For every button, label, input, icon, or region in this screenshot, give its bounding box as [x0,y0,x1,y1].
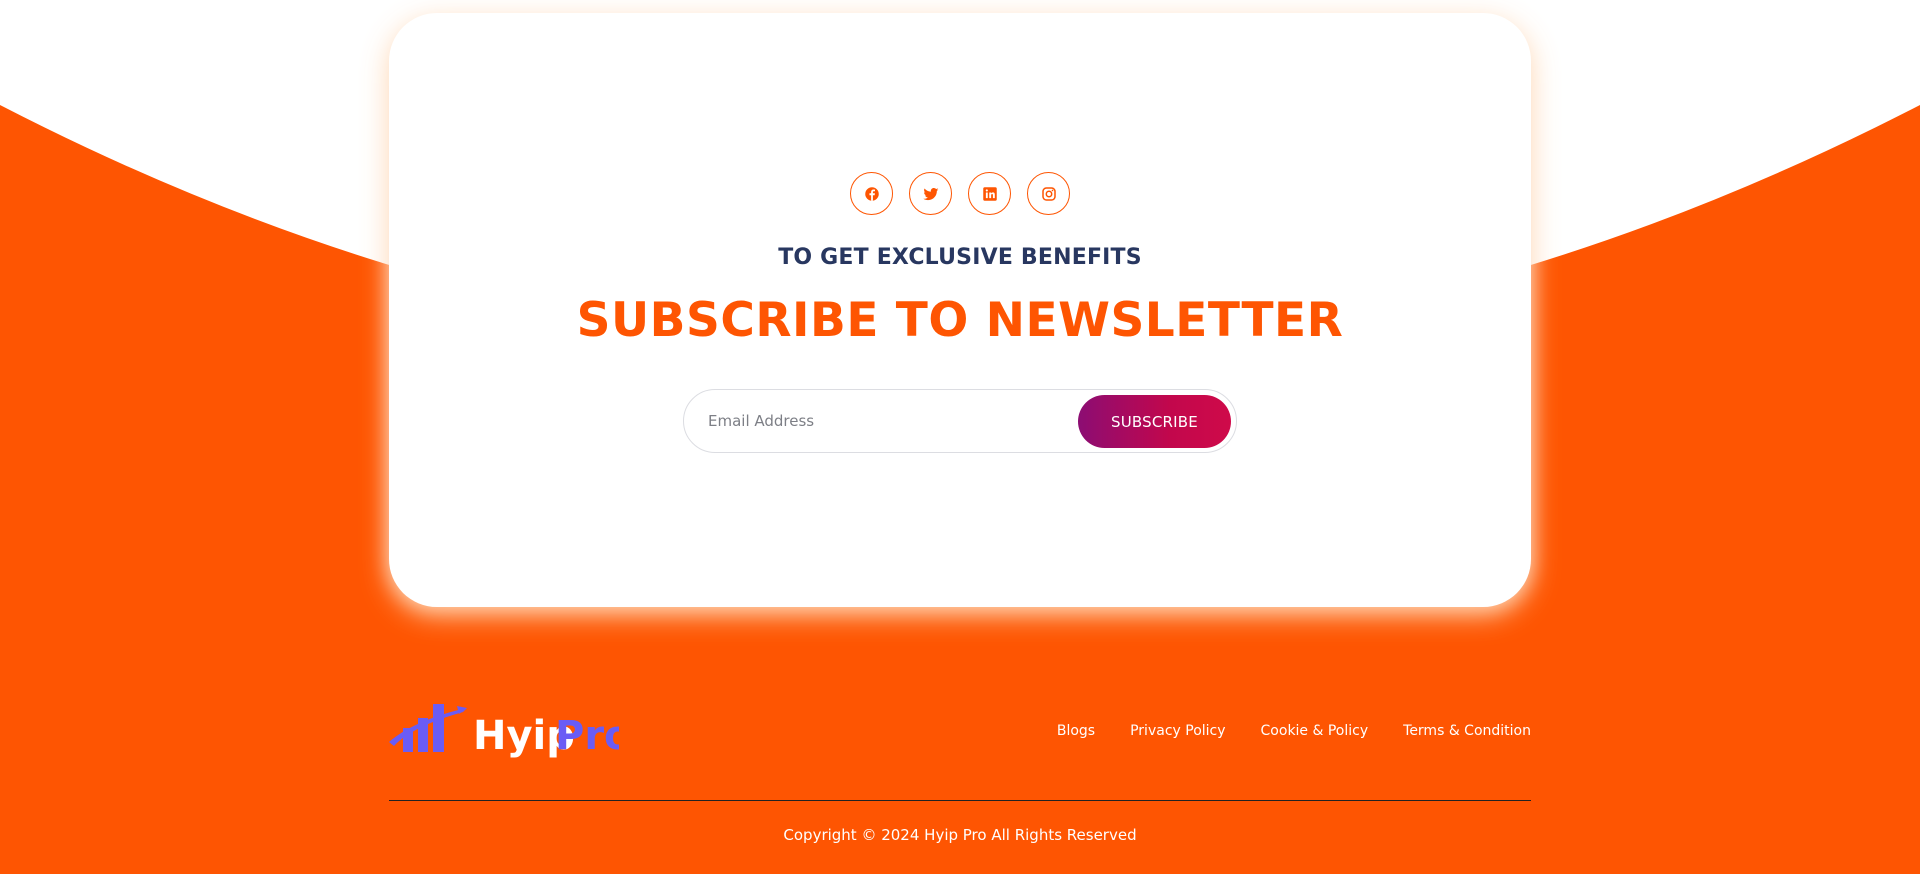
footer-logo[interactable]: Hyip Pro [389,694,632,760]
linkedin-link[interactable] [968,172,1011,215]
page: TO GET EXCLUSIVE BENEFITS SUBSCRIBE TO N… [0,0,1920,874]
twitter-link[interactable] [909,172,952,215]
footer-link-terms[interactable]: Terms & Condition [1403,723,1531,739]
footer-link-blogs[interactable]: Blogs [1057,723,1095,739]
logo-word-pro: Pro [555,713,619,759]
newsletter-title: SUBSCRIBE TO NEWSLETTER [576,293,1344,348]
newsletter-eyebrow: TO GET EXCLUSIVE BENEFITS [778,245,1142,270]
subscribe-form: SUBSCRIBE [683,389,1237,453]
footer-link-cookie-policy[interactable]: Cookie & Policy [1261,723,1369,739]
instagram-icon [1040,185,1058,203]
facebook-icon [863,185,881,203]
bar-chart-logo-icon: Hyip Pro [389,704,632,759]
newsletter-card: TO GET EXCLUSIVE BENEFITS SUBSCRIBE TO N… [389,13,1531,607]
footer-link-privacy-policy[interactable]: Privacy Policy [1130,723,1225,739]
facebook-link[interactable] [850,172,893,215]
instagram-link[interactable] [1027,172,1070,215]
copyright-text: Copyright © 2024 Hyip Pro All Rights Res… [783,826,1137,844]
social-links [389,172,1531,215]
linkedin-icon [981,185,999,203]
subscribe-button[interactable]: SUBSCRIBE [1078,395,1231,448]
twitter-icon [922,185,940,203]
footer-divider [389,800,1531,801]
footer-nav: Blogs Privacy Policy Cookie & Policy Ter… [1057,723,1531,739]
email-input[interactable] [708,390,1068,451]
